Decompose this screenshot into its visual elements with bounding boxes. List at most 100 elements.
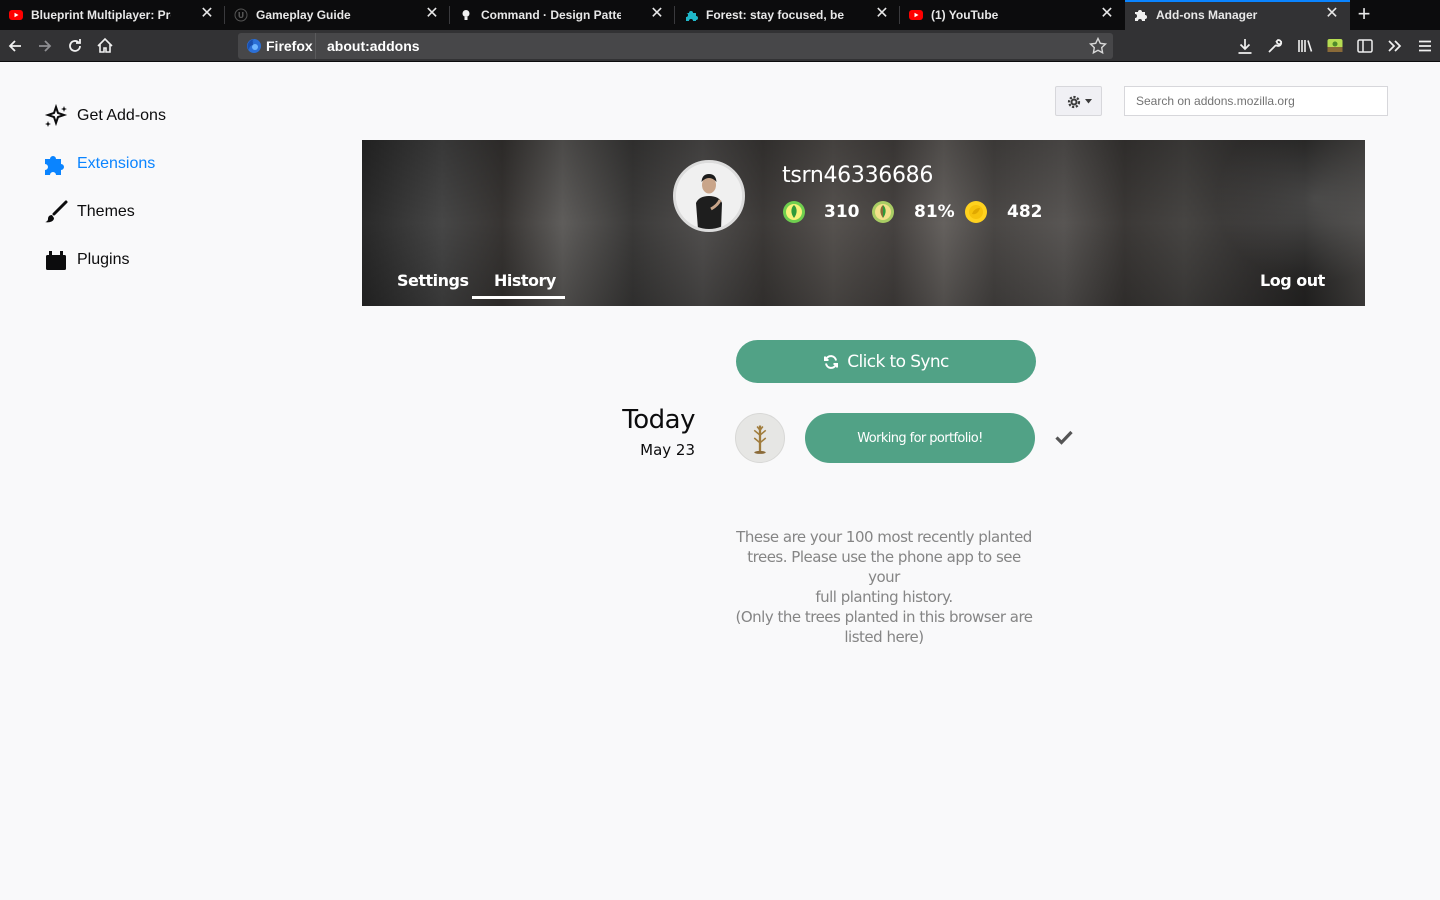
developer-tools-button[interactable] — [1264, 35, 1286, 57]
tab-command-design-patterns[interactable]: Command · Design Patterns Re ✕ — [450, 0, 675, 30]
tab-youtube[interactable]: (1) YouTube ✕ — [900, 0, 1125, 30]
back-arrow-icon — [8, 40, 21, 52]
tab-title: (1) YouTube — [931, 8, 999, 22]
youtube-icon — [9, 10, 23, 20]
tab-title: Gameplay Guide — [256, 8, 351, 22]
url-text[interactable]: about:addons — [327, 39, 420, 53]
logout-link[interactable]: Log out — [1260, 271, 1325, 290]
tab-addons-manager[interactable]: Add-ons Manager ✕ — [1125, 0, 1350, 30]
tab-forest[interactable]: Forest: stay focused, be present ✕ — [675, 0, 900, 30]
close-tab-icon[interactable]: ✕ — [424, 6, 440, 22]
tools-menu-button[interactable] — [1055, 86, 1102, 116]
sidebar-icon — [1357, 39, 1373, 53]
coin-count: 482 — [1007, 202, 1043, 222]
tab-title: Add-ons Manager — [1156, 8, 1258, 22]
youtube-icon — [909, 10, 923, 20]
url-bar[interactable]: Firefox about:addons — [238, 33, 1113, 59]
success-rate-icon — [872, 201, 894, 223]
search-addons-input[interactable] — [1124, 86, 1388, 116]
svg-text:U: U — [238, 11, 245, 20]
tree-icon — [753, 425, 767, 454]
close-tab-icon[interactable]: ✕ — [1324, 6, 1340, 22]
sidebar-item-label: Themes — [77, 203, 135, 220]
unreal-icon: U — [234, 8, 248, 22]
sidebar-item-plugins[interactable]: Plugins — [43, 247, 129, 273]
history-date: May 23 — [640, 441, 695, 459]
bulb-icon — [462, 10, 470, 20]
forward-button[interactable] — [34, 35, 56, 57]
site-identity[interactable]: Firefox — [238, 33, 316, 59]
tab-title: Forest: stay focused, be present — [706, 8, 846, 22]
note-line: full planting history. — [815, 588, 953, 606]
home-button[interactable] — [94, 35, 116, 57]
forest-extension-button[interactable] — [1324, 35, 1346, 57]
tab-settings[interactable]: Settings — [397, 271, 469, 290]
sync-button[interactable]: Click to Sync — [736, 340, 1036, 383]
tab-title: Blueprint Multiplayer: Project O — [31, 8, 171, 22]
tab-gameplay-guide[interactable]: U Gameplay Guide ✕ — [225, 0, 450, 30]
sidebar-toggle-button[interactable] — [1354, 35, 1376, 57]
sync-icon — [824, 354, 839, 369]
sidebar-item-extensions[interactable]: Extensions — [43, 151, 155, 177]
tab-strip: Blueprint Multiplayer: Project O ✕ U Gam… — [0, 0, 1440, 30]
coin-icon — [965, 201, 987, 223]
overflow-button[interactable] — [1384, 35, 1406, 57]
tab-title: Command · Design Patterns Re — [481, 8, 621, 22]
chevron-double-right-icon — [1388, 40, 1402, 52]
menu-button[interactable] — [1414, 35, 1436, 57]
nav-bar: Firefox about:addons — [0, 30, 1440, 62]
forest-extension-icon — [1327, 39, 1343, 52]
hamburger-menu-icon — [1419, 40, 1431, 52]
plugin-icon — [46, 251, 66, 270]
history-day-label: Today — [622, 405, 695, 435]
history-note: These are your 100 most recently planted… — [734, 527, 1034, 647]
checkmark-icon — [1055, 430, 1073, 445]
reload-button[interactable] — [64, 35, 86, 57]
sync-button-label: Click to Sync — [847, 351, 949, 372]
sidebar-item-label: Plugins — [77, 251, 130, 268]
close-tab-icon[interactable]: ✕ — [649, 6, 665, 22]
sidebar-item-get-addons[interactable]: Get Add-ons — [43, 103, 166, 129]
forward-arrow-icon — [39, 40, 52, 52]
note-line: These are your 100 most recently planted — [736, 528, 1032, 546]
tree-count: 310 — [824, 202, 860, 222]
success-rate: 81% — [914, 202, 955, 222]
library-icon — [1298, 40, 1313, 52]
new-tab-button[interactable]: + — [1352, 3, 1376, 26]
planting-session-item[interactable]: Working for portfolio! — [805, 413, 1035, 463]
get-addons-icon — [44, 103, 68, 127]
forest-username: tsrn46336686 — [782, 163, 934, 188]
puzzle-icon — [1135, 10, 1147, 21]
note-line: trees. Please use the phone app to see y… — [747, 548, 1021, 586]
sidebar-item-themes[interactable]: Themes — [43, 199, 135, 225]
user-photo — [676, 163, 742, 229]
identity-label: Firefox — [266, 38, 313, 54]
chevron-down-icon — [1085, 99, 1092, 104]
forest-profile-header: tsrn46336686 310 81% 482 Settings Histor… — [362, 140, 1365, 306]
close-tab-icon[interactable]: ✕ — [1099, 6, 1115, 22]
back-button[interactable] — [4, 35, 26, 57]
library-button[interactable] — [1294, 35, 1316, 57]
note-line: listed here) — [844, 628, 924, 646]
sidebar-item-label: Get Add-ons — [77, 107, 166, 124]
tree-count-icon — [783, 201, 805, 223]
wrench-icon — [1268, 39, 1283, 53]
puzzle-icon — [45, 156, 64, 175]
reload-icon — [69, 39, 81, 52]
tab-history[interactable]: History — [494, 271, 556, 290]
forest-puzzle-icon — [686, 11, 698, 21]
firefox-logo-icon — [247, 39, 261, 53]
session-label: Working for portfolio! — [857, 430, 983, 446]
sidebar-item-label: Extensions — [77, 155, 156, 172]
home-icon — [97, 37, 113, 53]
close-tab-icon[interactable]: ✕ — [199, 6, 215, 22]
withered-tree-icon — [735, 413, 785, 463]
downloads-button[interactable] — [1234, 35, 1256, 57]
brush-icon — [45, 200, 68, 223]
avatar — [673, 160, 745, 232]
tab-blueprint-multiplayer[interactable]: Blueprint Multiplayer: Project O ✕ — [0, 0, 225, 30]
close-tab-icon[interactable]: ✕ — [874, 6, 890, 22]
note-line: (Only the trees planted in this browser … — [735, 608, 1033, 626]
gear-icon — [1067, 95, 1081, 109]
bookmark-star-icon[interactable] — [1087, 35, 1109, 57]
